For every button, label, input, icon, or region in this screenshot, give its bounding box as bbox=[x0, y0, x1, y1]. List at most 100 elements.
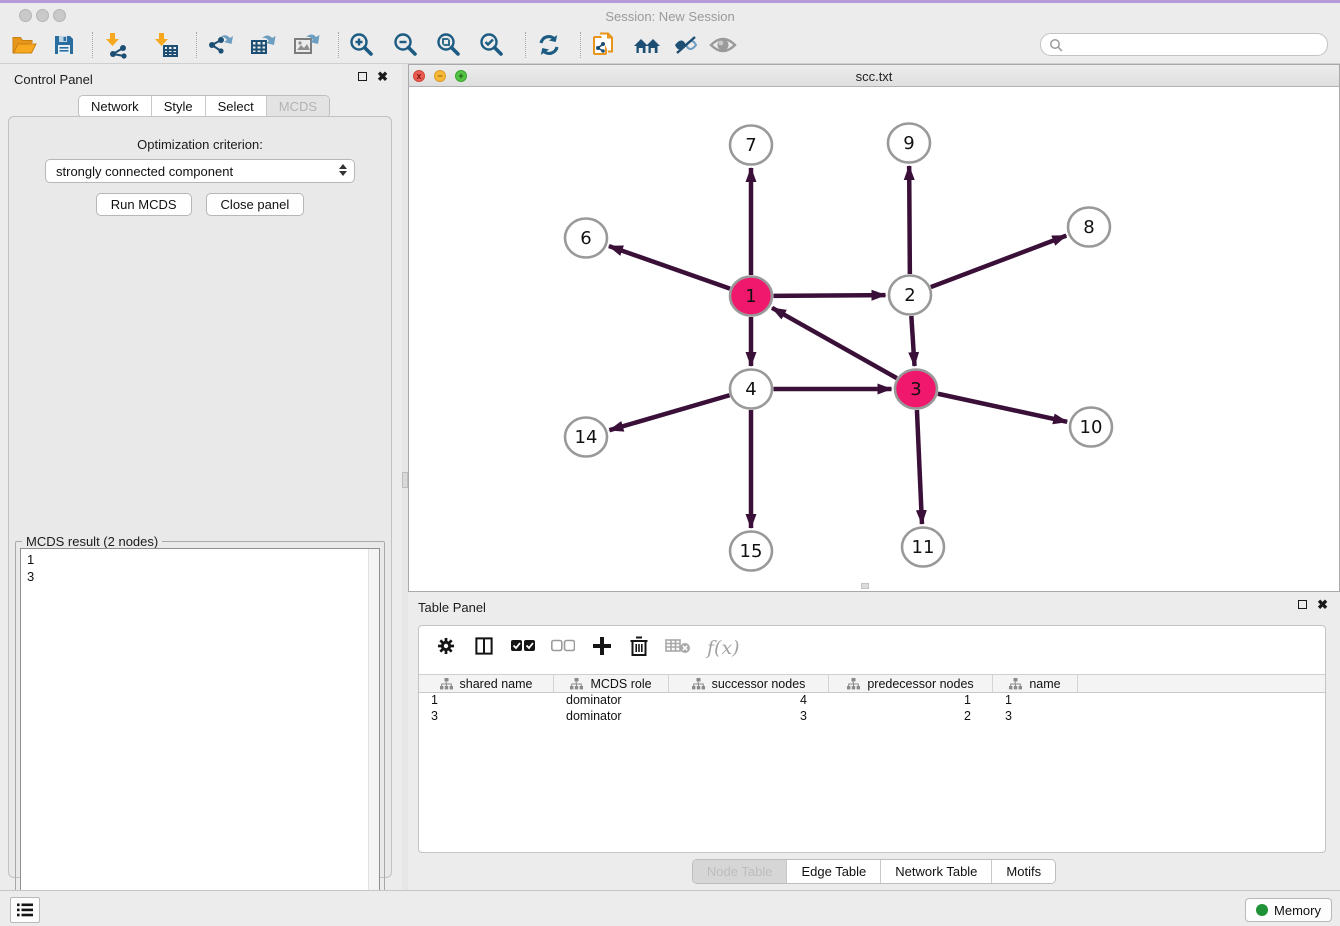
canvas-resize-handle[interactable] bbox=[861, 583, 869, 589]
zoom-in-icon[interactable] bbox=[347, 30, 377, 60]
criterion-select[interactable]: strongly connected component bbox=[45, 159, 355, 183]
tab-select[interactable]: Select bbox=[206, 96, 267, 117]
tab-node-table[interactable]: Node Table bbox=[693, 860, 788, 883]
cell-shared-name: 3 bbox=[419, 709, 554, 725]
close-panel-icon[interactable]: ✖ bbox=[377, 72, 388, 81]
mcds-result-title: MCDS result (2 nodes) bbox=[22, 534, 162, 549]
table-panel-title: Table Panel bbox=[418, 600, 486, 615]
cell-MCDS-role: dominator bbox=[554, 693, 669, 709]
network-window-titlebar[interactable]: x − + scc.txt bbox=[409, 65, 1339, 87]
table-toolbar: f(x) bbox=[419, 626, 1325, 670]
clone-network-icon[interactable] bbox=[589, 30, 619, 60]
tab-mcds[interactable]: MCDS bbox=[267, 96, 329, 117]
edge-2-3[interactable] bbox=[911, 316, 914, 366]
show-details-icon[interactable] bbox=[708, 30, 738, 60]
zoom-selected-icon[interactable] bbox=[477, 30, 507, 60]
close-table-panel-icon[interactable]: ✖ bbox=[1317, 600, 1328, 609]
edge-1-6[interactable] bbox=[609, 246, 730, 289]
tab-style[interactable]: Style bbox=[152, 96, 206, 117]
tab-network-table[interactable]: Network Table bbox=[881, 860, 992, 883]
mcds-result-text[interactable]: 1 3 bbox=[20, 548, 380, 914]
save-session-icon[interactable] bbox=[49, 30, 79, 60]
column-header-name[interactable]: name bbox=[993, 675, 1078, 692]
table-tabs: Node TableEdge TableNetwork TableMotifs bbox=[408, 859, 1340, 884]
column-header-successor-nodes[interactable]: successor nodes bbox=[669, 675, 829, 692]
close-panel-button[interactable]: Close panel bbox=[206, 193, 305, 216]
table-panel: Table Panel ✖ f(x) shared nameMCDS roles… bbox=[408, 592, 1340, 890]
tab-motifs[interactable]: Motifs bbox=[992, 860, 1055, 883]
table-row[interactable]: 1dominator411 bbox=[419, 693, 1325, 709]
edge-3-11[interactable] bbox=[917, 410, 922, 524]
cell-predecessor-nodes: 1 bbox=[829, 693, 993, 709]
cell-predecessor-nodes: 2 bbox=[829, 709, 993, 725]
delete-row-icon[interactable] bbox=[629, 635, 649, 662]
result-scrollbar[interactable] bbox=[368, 549, 379, 913]
control-panel-tabs: NetworkStyleSelectMCDS bbox=[78, 95, 330, 118]
column-header-MCDS-role[interactable]: MCDS role bbox=[554, 675, 669, 692]
delete-table-icon[interactable] bbox=[665, 637, 691, 660]
gear-icon[interactable] bbox=[435, 635, 457, 662]
import-table-icon[interactable] bbox=[151, 30, 181, 60]
cell-successor-nodes: 3 bbox=[669, 709, 829, 725]
toolbar-separator bbox=[525, 32, 526, 58]
zoom-out-icon[interactable] bbox=[391, 30, 421, 60]
cell-successor-nodes: 4 bbox=[669, 693, 829, 709]
function-builder-icon[interactable]: f(x) bbox=[707, 637, 740, 659]
titlebar: Session: New Session bbox=[0, 3, 1340, 28]
import-network-icon[interactable] bbox=[102, 30, 132, 60]
tab-network[interactable]: Network bbox=[79, 96, 152, 117]
select-all-checks-icon[interactable] bbox=[511, 639, 535, 658]
network-view-window: x − + scc.txt 7968124314101511 bbox=[408, 64, 1340, 592]
column-header-shared-name[interactable]: shared name bbox=[419, 675, 554, 692]
edge-1-2[interactable] bbox=[773, 295, 885, 296]
control-panel-title: Control Panel bbox=[14, 72, 93, 87]
main-toolbar bbox=[0, 26, 1340, 64]
select-stepper-icon bbox=[339, 164, 347, 176]
graph-node-label-11: 11 bbox=[912, 537, 935, 558]
application-window: Session: New Session bbox=[0, 0, 1340, 926]
add-row-icon[interactable] bbox=[591, 635, 613, 662]
edge-4-14[interactable] bbox=[609, 395, 729, 430]
export-table-icon[interactable] bbox=[248, 30, 278, 60]
graph-node-label-7: 7 bbox=[745, 135, 756, 156]
search-input[interactable] bbox=[1040, 33, 1328, 56]
edge-2-8[interactable] bbox=[931, 236, 1066, 287]
float-table-panel-icon[interactable] bbox=[1298, 600, 1307, 609]
graph-node-label-8: 8 bbox=[1083, 217, 1094, 238]
cell-shared-name: 1 bbox=[419, 693, 554, 709]
deselect-all-checks-icon[interactable] bbox=[551, 639, 575, 658]
export-network-icon[interactable] bbox=[205, 30, 235, 60]
graph-node-label-2: 2 bbox=[904, 285, 915, 306]
criterion-value: strongly connected component bbox=[56, 164, 233, 179]
network-canvas[interactable]: 7968124314101511 bbox=[409, 87, 1339, 591]
toolbar-separator bbox=[196, 32, 197, 58]
open-session-icon[interactable] bbox=[9, 30, 39, 60]
session-title: Session: New Session bbox=[0, 9, 1340, 24]
memory-button[interactable]: Memory bbox=[1245, 898, 1332, 922]
hide-details-icon[interactable] bbox=[671, 30, 701, 60]
status-bar: Memory bbox=[0, 890, 1340, 926]
table-row[interactable]: 3dominator323 bbox=[419, 709, 1325, 725]
toolbar-separator bbox=[338, 32, 339, 58]
columns-icon[interactable] bbox=[473, 635, 495, 662]
export-image-icon[interactable] bbox=[291, 30, 321, 60]
graph-node-label-10: 10 bbox=[1080, 417, 1103, 438]
graph-node-label-6: 6 bbox=[580, 228, 591, 249]
edge-2-9[interactable] bbox=[909, 166, 910, 274]
run-mcds-button[interactable]: Run MCDS bbox=[96, 193, 192, 216]
edge-3-1[interactable] bbox=[772, 308, 897, 378]
table-body: 1dominator4113dominator323 bbox=[419, 693, 1325, 725]
mcds-result-group: MCDS result (2 nodes) 1 3 bbox=[15, 541, 385, 919]
task-history-button[interactable] bbox=[10, 897, 40, 923]
graph-node-label-15: 15 bbox=[740, 541, 763, 562]
network-graph: 7968124314101511 bbox=[409, 87, 1339, 591]
memory-status-icon bbox=[1256, 904, 1268, 916]
tab-edge-table[interactable]: Edge Table bbox=[787, 860, 881, 883]
float-panel-icon[interactable] bbox=[358, 72, 367, 81]
edge-3-10[interactable] bbox=[938, 394, 1067, 422]
graph-node-label-1: 1 bbox=[745, 286, 756, 307]
home-layouts-icon[interactable] bbox=[632, 30, 662, 60]
column-header-predecessor-nodes[interactable]: predecessor nodes bbox=[829, 675, 993, 692]
zoom-fit-icon[interactable] bbox=[434, 30, 464, 60]
refresh-network-icon[interactable] bbox=[534, 30, 564, 60]
